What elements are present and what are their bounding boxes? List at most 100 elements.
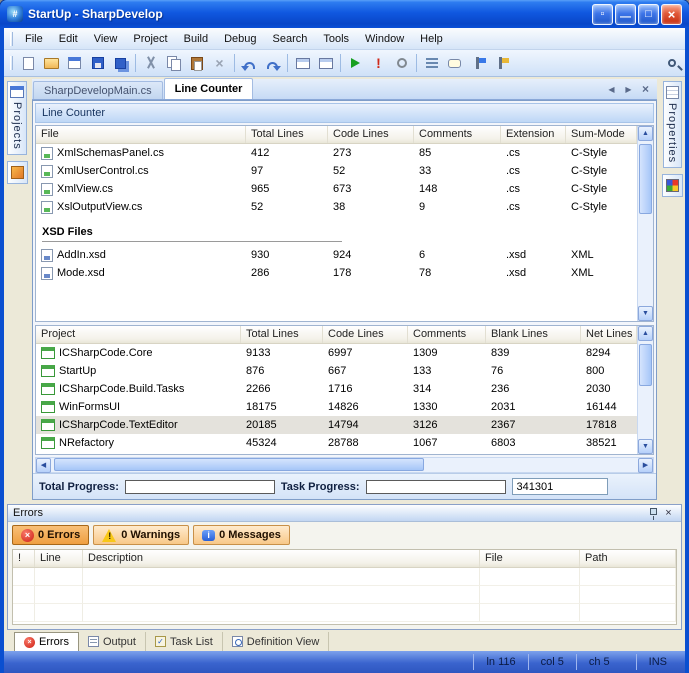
table-row[interactable]: ICSharpCode.Core 9133 6997 1309 839 8294 (36, 344, 637, 362)
table-row[interactable]: XslOutputView.cs 52 38 9 .cs C-Style (36, 198, 637, 216)
errors-filter-button[interactable]: 0 Errors (12, 525, 89, 545)
toolbar-grip[interactable] (10, 56, 13, 70)
column-header-file[interactable]: File (480, 550, 580, 567)
minimize-button[interactable]: — (615, 4, 636, 25)
table-row[interactable]: XmlSchemasPanel.cs 412 273 85 .cs C-Styl… (36, 144, 637, 162)
new-file-button[interactable] (17, 52, 40, 74)
run-button[interactable] (344, 52, 367, 74)
files-table-scrollbar[interactable]: ▲ ▼ (637, 126, 653, 321)
bookmark-next-button[interactable] (489, 52, 512, 74)
comment-button[interactable] (443, 52, 466, 74)
menu-view[interactable]: View (86, 30, 126, 48)
scroll-left-button[interactable]: ◀ (36, 458, 51, 473)
column-header-extension[interactable]: Extension (501, 126, 566, 143)
close-button[interactable]: × (661, 4, 682, 25)
column-header-file[interactable]: File (36, 126, 246, 143)
copy-button[interactable] (162, 52, 185, 74)
menu-edit[interactable]: Edit (51, 30, 86, 48)
delete-button[interactable]: × (208, 52, 231, 74)
column-header-code-lines[interactable]: Code Lines (323, 326, 408, 343)
sidebar-tab-palette[interactable] (662, 174, 683, 197)
column-header-path[interactable]: Path (580, 550, 676, 567)
table-row-selected[interactable]: ICSharpCode.TextEditor 20185 14794 3126 … (36, 416, 637, 434)
build-button[interactable] (291, 52, 314, 74)
column-header-comments[interactable]: Comments (408, 326, 486, 343)
sidebar-tab-properties[interactable]: Properties (663, 81, 682, 168)
scroll-up-button[interactable]: ▲ (638, 126, 653, 141)
scroll-up-button[interactable]: ▲ (638, 326, 653, 341)
table-row[interactable]: StartUp 876 667 133 76 800 (36, 362, 637, 380)
sidebar-tab-tools[interactable] (7, 161, 28, 184)
column-header-blank-lines[interactable]: Blank Lines (486, 326, 581, 343)
table-row[interactable]: NRefactory 45324 28788 1067 6803 38521 (36, 434, 637, 452)
title-bar[interactable]: StartUp - SharpDevelop ▫ — □ × (0, 0, 689, 28)
tab-next-button[interactable]: ▶ (621, 82, 636, 96)
table-row[interactable]: Mode.xsd 286 178 78 .xsd XML (36, 264, 637, 282)
tab-definition-view[interactable]: Definition View (223, 632, 330, 651)
column-header-code-lines[interactable]: Code Lines (328, 126, 414, 143)
menu-window[interactable]: Window (357, 30, 412, 48)
undo-button[interactable] (238, 52, 261, 74)
save-all-button[interactable] (109, 52, 132, 74)
toolbar-grip[interactable] (10, 32, 13, 46)
menu-build[interactable]: Build (176, 30, 216, 48)
maximize-button[interactable]: □ (638, 4, 659, 25)
table-row[interactable]: XmlView.cs 965 673 148 .cs C-Style (36, 180, 637, 198)
tab-close-button[interactable]: × (638, 82, 653, 96)
scroll-down-button[interactable]: ▼ (638, 306, 653, 321)
rebuild-button[interactable] (314, 52, 337, 74)
tab-errors[interactable]: Errors (14, 632, 79, 651)
messages-filter-button[interactable]: 0 Messages (193, 525, 290, 545)
column-header-line[interactable]: Line (35, 550, 83, 567)
bookmark-button[interactable] (466, 52, 489, 74)
open-button[interactable] (40, 52, 63, 74)
column-header-project[interactable]: Project (36, 326, 241, 343)
menu-tools[interactable]: Tools (315, 30, 357, 48)
breakpoint-button[interactable] (390, 52, 413, 74)
scroll-right-button[interactable]: ▶ (638, 458, 653, 473)
toolbar-separator (416, 54, 417, 72)
column-header-comments[interactable]: Comments (414, 126, 501, 143)
menu-file[interactable]: File (17, 30, 51, 48)
search-button[interactable] (660, 52, 683, 74)
save-button[interactable] (86, 52, 109, 74)
menu-debug[interactable]: Debug (216, 30, 264, 48)
warnings-filter-button[interactable]: 0 Warnings (93, 525, 189, 545)
format-button[interactable] (420, 52, 443, 74)
window-extra-button[interactable]: ▫ (592, 4, 613, 25)
cut-button[interactable] (139, 52, 162, 74)
tab-output[interactable]: Output (79, 632, 146, 651)
table-row[interactable]: AddIn.xsd 930 924 6 .xsd XML (36, 246, 637, 264)
column-header-description[interactable]: Description (83, 550, 480, 567)
tab-prev-button[interactable]: ◀ (604, 82, 619, 96)
scroll-thumb[interactable] (54, 458, 424, 471)
abort-button[interactable]: ! (367, 52, 390, 74)
table-row[interactable]: WinFormsUI 18175 14826 1330 2031 16144 (36, 398, 637, 416)
errors-panel-header[interactable]: Errors × (8, 505, 681, 522)
auto-hide-button[interactable] (646, 506, 661, 520)
paste-button[interactable] (185, 52, 208, 74)
sidebar-tab-projects[interactable]: Projects (7, 81, 27, 155)
scroll-thumb[interactable] (639, 344, 652, 386)
menu-search[interactable]: Search (265, 30, 316, 48)
column-header-sum-mode[interactable]: Sum-Mode (566, 126, 637, 143)
tab-task-list[interactable]: Task List (146, 632, 223, 651)
scroll-down-button[interactable]: ▼ (638, 439, 653, 454)
column-header-net-lines[interactable]: Net Lines (581, 326, 637, 343)
tab-line-counter[interactable]: Line Counter (164, 78, 254, 99)
table-row[interactable]: XmlUserControl.cs 97 52 33 .cs C-Style (36, 162, 637, 180)
tab-sharpdevelopmain[interactable]: SharpDevelopMain.cs (33, 81, 163, 99)
menu-project[interactable]: Project (125, 30, 175, 48)
table-row[interactable]: ICSharpCode.Build.Tasks 2266 1716 314 23… (36, 380, 637, 398)
column-header-total-lines[interactable]: Total Lines (246, 126, 328, 143)
menu-help[interactable]: Help (412, 30, 451, 48)
horizontal-scrollbar[interactable]: ◀ ▶ (35, 457, 654, 473)
web-page-button[interactable] (63, 52, 86, 74)
scroll-thumb[interactable] (639, 144, 652, 214)
panel-close-button[interactable]: × (661, 506, 676, 520)
workspace: Projects SharpDevelopMain.cs Line Counte… (4, 77, 685, 500)
projects-table-scrollbar[interactable]: ▲ ▼ (637, 326, 653, 454)
column-header-total-lines[interactable]: Total Lines (241, 326, 323, 343)
redo-button[interactable] (261, 52, 284, 74)
column-header-severity[interactable]: ! (13, 550, 35, 567)
